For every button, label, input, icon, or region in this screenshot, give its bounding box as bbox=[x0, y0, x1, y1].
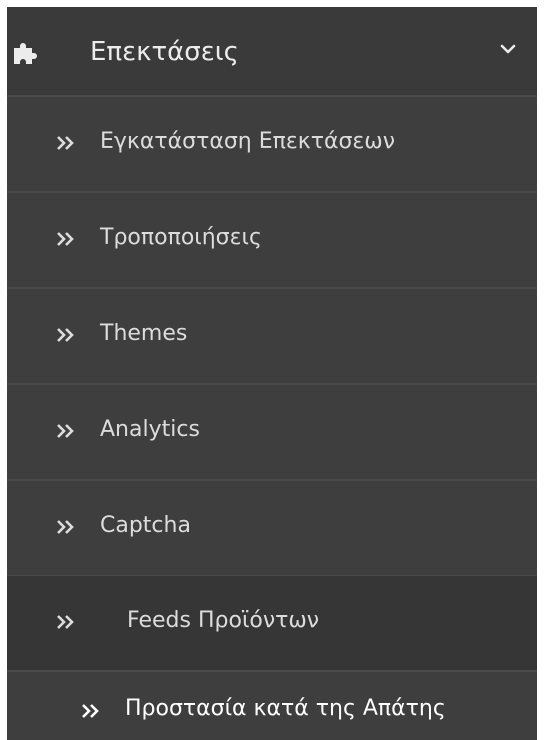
menu-item-label: Analytics bbox=[100, 417, 200, 442]
double-chevron-right-icon bbox=[82, 704, 99, 718]
menu-item-label: Τροποποιήσεις bbox=[100, 225, 262, 250]
menu-item-label: Εγκατάσταση Επεκτάσεων bbox=[100, 129, 396, 154]
menu-item-analytics[interactable]: Analytics bbox=[7, 385, 537, 481]
menu-item-label: Themes bbox=[100, 321, 188, 346]
menu-item-product-feeds[interactable]: Feeds Προϊόντων bbox=[7, 576, 537, 672]
menu-header-label: Επεκτάσεις bbox=[90, 37, 239, 67]
menu-item-label: Feeds Προϊόντων bbox=[127, 608, 320, 633]
extensions-sidebar-menu: Επεκτάσεις Εγκατάσταση Επεκτάσεων Τροποπ… bbox=[7, 7, 537, 740]
menu-item-fraud-protection[interactable]: Προστασία κατά της Απάτης bbox=[7, 672, 537, 740]
menu-item-install-extensions[interactable]: Εγκατάσταση Επεκτάσεων bbox=[7, 97, 537, 193]
double-chevron-right-icon bbox=[57, 615, 74, 629]
chevron-down-icon[interactable] bbox=[500, 43, 516, 55]
puzzle-piece-icon bbox=[14, 43, 37, 64]
double-chevron-right-icon bbox=[57, 328, 74, 342]
menu-item-label: Προστασία κατά της Απάτης bbox=[125, 696, 446, 721]
menu-item-modifications[interactable]: Τροποποιήσεις bbox=[7, 193, 537, 289]
menu-item-label: Captcha bbox=[100, 513, 191, 538]
double-chevron-right-icon bbox=[57, 520, 74, 534]
double-chevron-right-icon bbox=[57, 424, 74, 438]
menu-item-captcha[interactable]: Captcha bbox=[7, 481, 537, 577]
menu-header-extensions[interactable]: Επεκτάσεις bbox=[7, 7, 537, 97]
menu-item-themes[interactable]: Themes bbox=[7, 289, 537, 385]
double-chevron-right-icon bbox=[57, 136, 74, 150]
double-chevron-right-icon bbox=[57, 232, 74, 246]
